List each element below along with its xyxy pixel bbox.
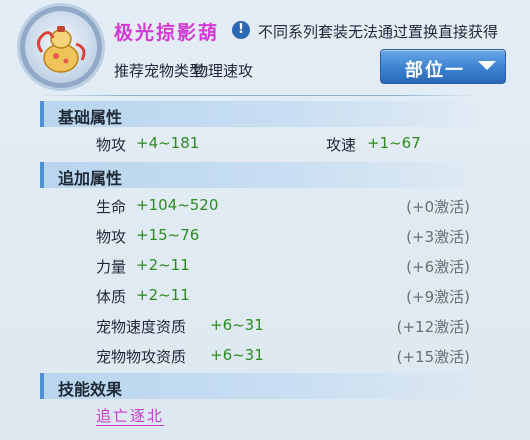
slot-dropdown-button[interactable]: 部位一 [380, 49, 506, 84]
base-attr-value-2: +1~67 [367, 134, 421, 152]
extra-attr-value: +2~11 [136, 286, 190, 304]
slot-dropdown-label: 部位一 [405, 60, 465, 81]
extra-attr-label: 物攻 [96, 228, 127, 246]
extra-attr-activation: (+3激活) [406, 228, 470, 246]
gourd-icon [37, 26, 86, 73]
extra-attr-label: 生命 [96, 198, 127, 216]
info-icon: ! [232, 21, 250, 39]
extra-attr-activation: (+6激活) [406, 258, 470, 276]
extra-attr-activation: (+0激活) [406, 198, 470, 216]
extra-attr-label: 力量 [96, 258, 127, 276]
section-header-skill: 技能效果 [40, 373, 484, 399]
extra-attr-value: +6~31 [210, 316, 264, 334]
section-title-extra: 追加属性 [58, 169, 123, 188]
extra-attr-label: 宠物物攻资质 [96, 348, 187, 366]
base-attr-label-2: 攻速 [326, 136, 357, 154]
section-title-base: 基础属性 [58, 108, 123, 127]
extra-attr-value: +104~520 [136, 196, 219, 214]
extra-attr-value: +6~31 [210, 346, 264, 364]
extra-attr-value: +2~11 [136, 256, 190, 274]
extra-attr-label: 体质 [96, 288, 127, 306]
skill-effect-link[interactable]: 追亡逐北 [96, 405, 164, 426]
base-attr-value-1: +4~181 [136, 134, 200, 152]
extra-attr-activation: (+9激活) [406, 288, 470, 306]
item-icon [20, 6, 102, 88]
section-title-skill: 技能效果 [58, 380, 123, 399]
extra-attr-label: 宠物速度资质 [96, 318, 187, 336]
section-header-base: 基础属性 [40, 101, 484, 127]
item-title: 极光掠影葫 [114, 22, 220, 44]
base-attr-label-1: 物攻 [96, 136, 127, 154]
info-text: 不同系列套装无法通过置换直接获得 [258, 23, 499, 41]
extra-attr-value: +15~76 [136, 226, 200, 244]
extra-attr-activation: (+12激活) [396, 318, 470, 336]
extra-attr-activation: (+15激活) [396, 348, 470, 366]
chevron-down-icon [477, 57, 497, 80]
pet-type-value: 物理速攻 [193, 62, 254, 80]
item-tooltip-panel: 极光掠影葫 ! 不同系列套装无法通过置换直接获得 推荐宠物类型: 物理速攻 部位… [0, 0, 530, 440]
section-header-extra: 追加属性 [40, 162, 484, 188]
header-divider [40, 95, 480, 96]
